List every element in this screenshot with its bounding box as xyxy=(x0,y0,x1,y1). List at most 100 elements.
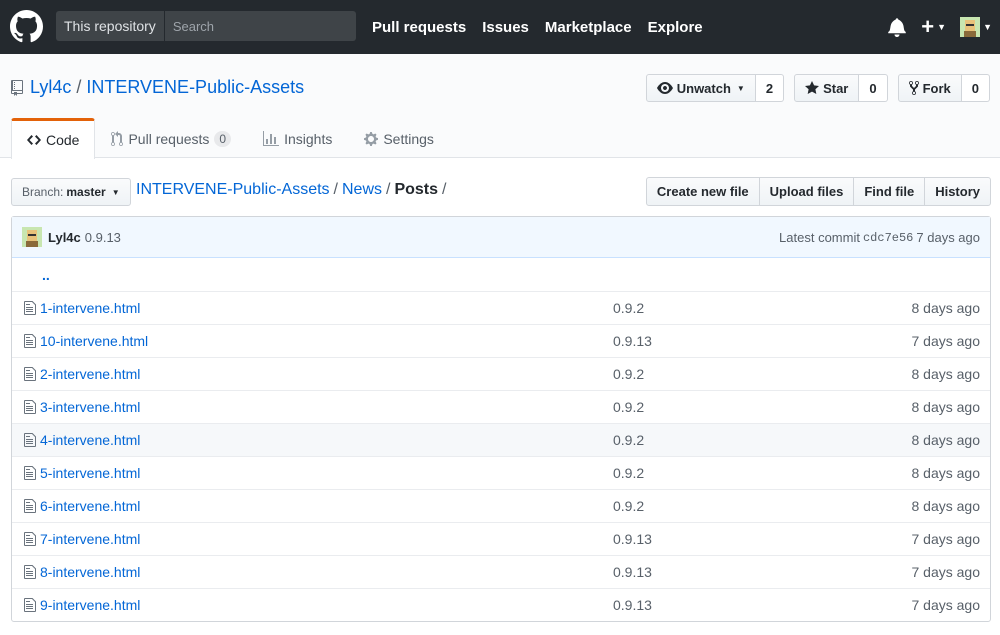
file-icon xyxy=(24,301,36,315)
branch-label: Branch: xyxy=(22,185,64,199)
file-icon xyxy=(24,532,36,546)
file-icon xyxy=(24,565,36,579)
avatar[interactable] xyxy=(22,227,42,247)
upload-files-button[interactable]: Upload files xyxy=(758,177,855,206)
file-name-link[interactable]: 1-intervene.html xyxy=(40,300,613,316)
breadcrumb-current: Posts xyxy=(394,181,439,198)
history-button[interactable]: History xyxy=(924,177,991,206)
file-name-link[interactable]: 10-intervene.html xyxy=(40,333,613,349)
nav-pull-requests[interactable]: Pull requests xyxy=(372,19,466,36)
fork-icon xyxy=(908,80,919,96)
file-icon xyxy=(24,598,36,612)
file-commit-message[interactable]: 0.9.13 xyxy=(613,531,813,547)
eye-icon xyxy=(656,82,673,94)
tab-insights-label: Insights xyxy=(284,130,333,147)
file-commit-message[interactable]: 0.9.13 xyxy=(613,564,813,580)
fork-label: Fork xyxy=(922,80,951,96)
tab-code[interactable]: Code xyxy=(11,118,96,159)
file-commit-message[interactable]: 0.9.2 xyxy=(613,366,813,382)
file-actions: Create new file Upload files Find file H… xyxy=(645,177,991,206)
file-commit-message[interactable]: 0.9.13 xyxy=(613,333,813,349)
file-row: 3-intervene.html 0.9.2 8 days ago xyxy=(12,390,990,423)
latest-commit-label: Latest commit xyxy=(779,230,860,245)
fork-count[interactable]: 0 xyxy=(961,74,990,102)
commit-message[interactable]: 0.9.13 xyxy=(85,230,121,245)
file-navigation: Branch: master ▼ INTERVENE-Public-Assets… xyxy=(11,177,991,206)
file-commit-message[interactable]: 0.9.2 xyxy=(613,432,813,448)
unwatch-button[interactable]: Unwatch ▼ xyxy=(645,74,756,102)
file-commit-message[interactable]: 0.9.2 xyxy=(613,465,813,481)
top-header: This repository Pull requests Issues Mar… xyxy=(0,0,1000,54)
parent-directory-row: .. xyxy=(12,258,990,291)
bell-icon[interactable] xyxy=(887,17,907,37)
create-new-file-button[interactable]: Create new file xyxy=(645,177,760,206)
file-age: 7 days ago xyxy=(911,531,981,547)
tab-settings-label: Settings xyxy=(383,130,434,147)
breadcrumb-dir-link[interactable]: News xyxy=(342,181,382,198)
file-row: 8-intervene.html 0.9.13 7 days ago xyxy=(12,555,990,588)
file-age: 8 days ago xyxy=(911,432,981,448)
tab-insights[interactable]: Insights xyxy=(247,118,348,158)
file-row: 4-intervene.html 0.9.2 8 days ago xyxy=(12,423,990,456)
file-commit-message[interactable]: 0.9.2 xyxy=(613,399,813,415)
star-button[interactable]: Star xyxy=(794,74,860,102)
repo-title: Lyl4c / INTERVENE-Public-Assets xyxy=(11,77,304,98)
nav-explore[interactable]: Explore xyxy=(648,19,703,36)
file-name-link[interactable]: 4-intervene.html xyxy=(40,432,613,448)
file-name-link[interactable]: 7-intervene.html xyxy=(40,531,613,547)
find-file-button[interactable]: Find file xyxy=(853,177,926,206)
star-count[interactable]: 0 xyxy=(859,74,888,102)
file-name-link[interactable]: 9-intervene.html xyxy=(40,597,613,613)
parent-directory-link[interactable]: .. xyxy=(42,267,50,283)
tab-pull-requests-label: Pull requests xyxy=(128,130,210,147)
github-logo-icon[interactable] xyxy=(10,10,43,43)
file-name-link[interactable]: 6-intervene.html xyxy=(40,498,613,514)
file-row: 10-intervene.html 0.9.13 7 days ago xyxy=(12,324,990,357)
commit-author[interactable]: Lyl4c xyxy=(48,230,81,245)
branch-select-button[interactable]: Branch: master ▼ xyxy=(11,178,131,206)
file-age: 8 days ago xyxy=(911,399,981,415)
path-separator: / xyxy=(442,181,447,198)
file-name-link[interactable]: 2-intervene.html xyxy=(40,366,613,382)
tab-settings[interactable]: Settings xyxy=(348,118,450,158)
file-icon xyxy=(24,367,36,381)
search-scope-label[interactable]: This repository xyxy=(56,11,165,41)
breadcrumb: INTERVENE-Public-Assets / News / Posts / xyxy=(136,181,450,199)
file-list: .. 1-intervene.html 0.9.2 8 days ago 10-int… xyxy=(12,258,990,621)
file-icon xyxy=(24,433,36,447)
repo-owner-link[interactable]: Lyl4c xyxy=(30,77,71,98)
avatar[interactable] xyxy=(960,17,981,37)
file-commit-message[interactable]: 0.9.2 xyxy=(613,300,813,316)
search-input[interactable] xyxy=(164,11,357,41)
file-row: 2-intervene.html 0.9.2 8 days ago xyxy=(12,357,990,390)
chevron-down-icon: ▼ xyxy=(937,22,947,32)
file-table: Lyl4c 0.9.13 Latest commit cdc7e56 7 day… xyxy=(11,216,991,622)
commit-sha[interactable]: cdc7e56 xyxy=(863,231,913,245)
star-label: Star xyxy=(823,80,849,96)
file-icon xyxy=(24,499,36,513)
file-age: 7 days ago xyxy=(911,597,981,613)
plus-icon[interactable]: + xyxy=(921,16,934,38)
file-commit-message[interactable]: 0.9.2 xyxy=(613,498,813,514)
breadcrumb-root-link[interactable]: INTERVENE-Public-Assets xyxy=(136,181,330,198)
tab-pull-requests[interactable]: Pull requests 0 xyxy=(95,118,247,158)
repo-header: Lyl4c / INTERVENE-Public-Assets Unwatch … xyxy=(0,54,1000,159)
nav-issues[interactable]: Issues xyxy=(482,19,529,36)
nav-marketplace[interactable]: Marketplace xyxy=(545,19,632,36)
chevron-down-icon: ▼ xyxy=(983,22,992,32)
graph-icon xyxy=(263,130,280,146)
file-age: 8 days ago xyxy=(911,300,981,316)
file-age: 7 days ago xyxy=(911,333,981,349)
file-name-link[interactable]: 3-intervene.html xyxy=(40,399,613,415)
file-icon xyxy=(24,400,36,414)
repo-icon xyxy=(11,79,23,96)
fork-group: Fork 0 xyxy=(897,74,990,102)
path-separator: / xyxy=(386,181,391,198)
file-name-link[interactable]: 8-intervene.html xyxy=(40,564,613,580)
watch-count[interactable]: 2 xyxy=(755,74,785,102)
header-actions: + ▼ ▼ xyxy=(887,0,992,54)
repo-name-link[interactable]: INTERVENE-Public-Assets xyxy=(86,77,304,98)
file-name-link[interactable]: 5-intervene.html xyxy=(40,465,613,481)
fork-button[interactable]: Fork xyxy=(897,74,962,102)
file-commit-message[interactable]: 0.9.13 xyxy=(613,597,813,613)
